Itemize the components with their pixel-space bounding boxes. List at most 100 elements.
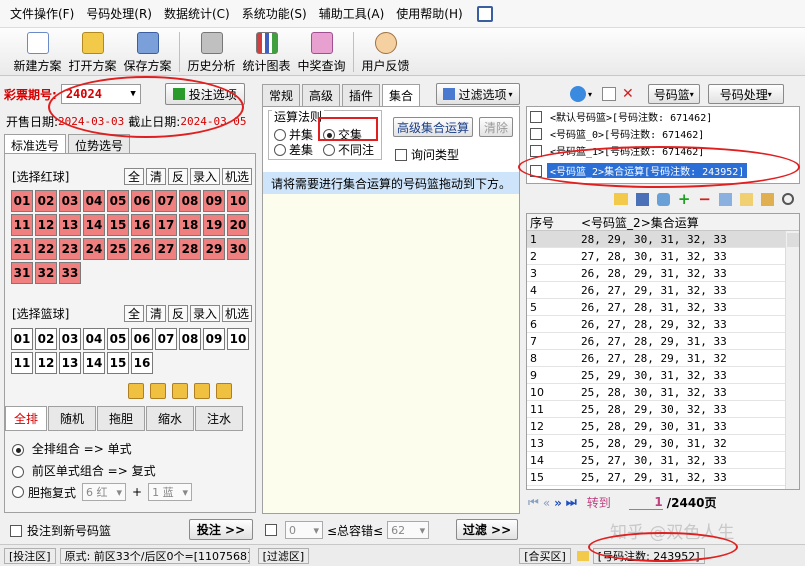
red-all-button[interactable]: 全: [124, 168, 144, 185]
clipboard-icon[interactable]: [216, 383, 232, 399]
red-input-button[interactable]: 录入: [190, 168, 220, 185]
history-analysis-button[interactable]: 历史分析: [184, 28, 239, 74]
filter-enable-checkbox[interactable]: [265, 524, 277, 536]
next-page-icon[interactable]: »: [554, 496, 562, 510]
op-union-radio[interactable]: [274, 128, 286, 141]
red-ball[interactable]: 18: [179, 214, 201, 236]
table-row[interactable]: 12 25, 28, 29, 30, 31, 33: [527, 418, 799, 435]
table-row[interactable]: 15 25, 27, 29, 31, 32, 33: [527, 469, 799, 486]
red-ball[interactable]: 09: [203, 190, 225, 212]
blue-ball[interactable]: 02: [35, 328, 57, 350]
red-ball[interactable]: 30: [227, 238, 249, 260]
bet-button[interactable]: 投注 >>: [189, 519, 253, 540]
blue-ball[interactable]: 14: [83, 352, 105, 374]
red-ball[interactable]: 31: [11, 262, 33, 284]
tab-reduce[interactable]: 缩水: [146, 406, 194, 431]
filter-options-button[interactable]: 过滤选项 ▾: [436, 83, 520, 105]
op-distinct[interactable]: 不同注: [323, 141, 374, 158]
stats-chart-button[interactable]: 统计图表: [239, 28, 294, 74]
drop-area[interactable]: [263, 194, 519, 513]
copy-icon[interactable]: [150, 383, 166, 399]
tab-expand[interactable]: 注水: [195, 406, 243, 431]
option-banker[interactable]: 胆拖复式 6 红 ▾ + 1 蓝 ▾: [12, 483, 193, 501]
blue-ball[interactable]: 16: [131, 352, 153, 374]
red-ball[interactable]: 33: [59, 262, 81, 284]
blue-random-button[interactable]: 机选: [222, 305, 252, 322]
search-icon[interactable]: [782, 193, 794, 205]
edit-icon[interactable]: [719, 192, 732, 206]
table-row[interactable]: 10 25, 28, 30, 31, 32, 33: [527, 384, 799, 401]
table-row[interactable]: 14 25, 27, 30, 31, 32, 33: [527, 452, 799, 469]
save-icon[interactable]: [635, 192, 649, 206]
minus-icon[interactable]: −: [698, 190, 711, 208]
process-menu-button[interactable]: 号码处理 ▾: [707, 84, 784, 104]
menu-tools[interactable]: 辅助工具(A): [319, 5, 385, 22]
red-ball[interactable]: 16: [131, 214, 153, 236]
blue-ball[interactable]: 03: [59, 328, 81, 350]
last-page-icon[interactable]: ⏭: [566, 495, 577, 510]
menu-file[interactable]: 文件操作(F): [10, 5, 74, 22]
paste-icon[interactable]: [194, 383, 210, 399]
blue-ball[interactable]: 01: [11, 328, 33, 350]
red-ball[interactable]: 27: [155, 238, 177, 260]
table-row[interactable]: 11 25, 28, 29, 30, 32, 33: [527, 401, 799, 418]
red-ball[interactable]: 20: [227, 214, 249, 236]
ask-type[interactable]: 询问类型: [395, 146, 459, 163]
table-row[interactable]: 9 25, 29, 30, 31, 32, 33: [527, 367, 799, 384]
menu-number[interactable]: 号码处理(R): [86, 5, 152, 22]
tab-normal[interactable]: 常规: [262, 84, 301, 106]
prize-query-button[interactable]: 中奖查询: [294, 28, 349, 74]
clear-button[interactable]: 清除: [479, 117, 513, 137]
blue-ball[interactable]: 09: [203, 328, 225, 350]
folder-icon[interactable]: [613, 193, 628, 205]
table-row[interactable]: 4 26, 27, 29, 31, 32, 33: [527, 282, 799, 299]
option-full-radio[interactable]: [12, 443, 24, 456]
red-ball[interactable]: 23: [59, 238, 81, 260]
table-row[interactable]: 5 26, 27, 28, 31, 32, 33: [527, 299, 799, 316]
red-ball[interactable]: 19: [203, 214, 225, 236]
min-tolerance-select[interactable]: 0 ▾: [285, 521, 323, 539]
red-ball[interactable]: 02: [35, 190, 57, 212]
blue-all-button[interactable]: 全: [124, 305, 144, 322]
blue-ball[interactable]: 08: [179, 328, 201, 350]
tab-full[interactable]: 全排: [5, 406, 47, 431]
red-ball[interactable]: 25: [107, 238, 129, 260]
bet-new-basket[interactable]: 投注到新号码篮: [10, 522, 111, 539]
red-ball[interactable]: 17: [155, 214, 177, 236]
red-ball[interactable]: 32: [35, 262, 57, 284]
menu-stats[interactable]: 数据统计(C): [164, 5, 230, 22]
delete-icon[interactable]: ✕: [622, 86, 634, 102]
blue-ball[interactable]: 07: [155, 328, 177, 350]
shield-icon[interactable]: [656, 192, 670, 206]
basket-menu-button[interactable]: 号码篮 ▾: [647, 84, 700, 104]
basket-item[interactable]: <号码篮_0>[号码注数: 671462]: [530, 125, 798, 142]
red-ball[interactable]: 21: [11, 238, 33, 260]
option-front[interactable]: 前区单式组合 => 复式: [12, 462, 156, 479]
filter-button[interactable]: 过滤 >>: [456, 519, 518, 540]
red-invert-button[interactable]: 反: [168, 168, 188, 185]
prev-page-icon[interactable]: «: [543, 496, 550, 510]
new-plan-button[interactable]: 新建方案: [10, 28, 65, 74]
blue-ball[interactable]: 12: [35, 352, 57, 374]
blue-ball[interactable]: 11: [11, 352, 33, 374]
red-ball[interactable]: 05: [107, 190, 129, 212]
feedback-button[interactable]: 用户反馈: [358, 28, 413, 74]
table-row[interactable]: 3 26, 28, 29, 31, 32, 33: [527, 265, 799, 282]
blue-invert-button[interactable]: 反: [168, 305, 188, 322]
blue-ball[interactable]: 04: [83, 328, 105, 350]
table-row[interactable]: 1 28, 29, 30, 31, 32, 33: [527, 231, 799, 248]
red-ball[interactable]: 07: [155, 190, 177, 212]
plus-icon[interactable]: +: [678, 190, 691, 208]
tab-plugin[interactable]: 插件: [342, 84, 381, 106]
blue-clear-button[interactable]: 清: [146, 305, 166, 322]
red-ball[interactable]: 10: [227, 190, 249, 212]
save-plan-button[interactable]: 保存方案: [120, 28, 175, 74]
tab-advanced[interactable]: 高级: [302, 84, 341, 106]
option-front-radio[interactable]: [12, 465, 24, 478]
open-plan-button[interactable]: 打开方案: [65, 28, 120, 74]
red-ball[interactable]: 03: [59, 190, 81, 212]
globe-icon[interactable]: [570, 86, 586, 102]
table-row[interactable]: 8 26, 27, 28, 29, 31, 32: [527, 350, 799, 367]
transfer-icon[interactable]: [172, 383, 188, 399]
menu-help[interactable]: 使用帮助(H): [396, 5, 462, 22]
